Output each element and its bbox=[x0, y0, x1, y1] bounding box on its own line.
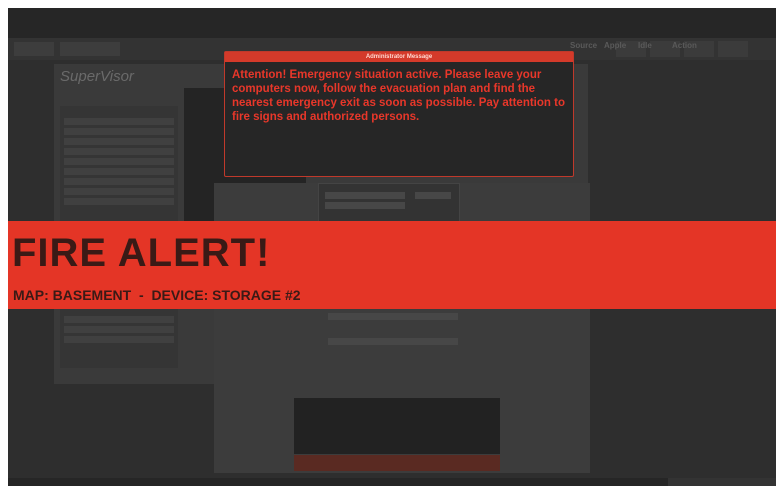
alert-title: FIRE ALERT! bbox=[12, 231, 271, 275]
table-row[interactable] bbox=[64, 158, 174, 165]
table-row[interactable] bbox=[64, 326, 174, 333]
screen: Source Apple Idle Action SuperVisor Admi… bbox=[8, 8, 776, 486]
form-field[interactable] bbox=[415, 192, 451, 199]
status-bar-section bbox=[668, 478, 776, 486]
camera-preview bbox=[294, 398, 500, 454]
table-row[interactable] bbox=[64, 148, 174, 155]
form-field[interactable] bbox=[325, 202, 405, 209]
dialog-message: Attention! Emergency situation active. P… bbox=[232, 69, 565, 123]
table-row[interactable] bbox=[64, 168, 174, 175]
menu-item[interactable] bbox=[14, 42, 54, 56]
admin-message-dialog: Administrator Message Attention! Emergen… bbox=[224, 51, 574, 177]
properties-form bbox=[318, 183, 460, 225]
table-row[interactable] bbox=[64, 138, 174, 145]
alert-location: MAP: BASEMENT - DEVICE: STORAGE #2 bbox=[13, 287, 301, 303]
status-bar bbox=[8, 478, 776, 486]
table-row[interactable] bbox=[64, 188, 174, 195]
form-field[interactable] bbox=[328, 338, 458, 345]
table-row[interactable] bbox=[64, 178, 174, 185]
form-field[interactable] bbox=[328, 313, 458, 320]
table-row[interactable] bbox=[64, 336, 174, 343]
window-titlebar bbox=[8, 8, 776, 38]
toolbar-label: Apple bbox=[604, 41, 627, 50]
form-field[interactable] bbox=[325, 192, 405, 199]
dialog-title: Administrator Message bbox=[225, 52, 573, 62]
table-row[interactable] bbox=[64, 316, 174, 323]
toolbar-button[interactable] bbox=[718, 41, 748, 57]
table-row[interactable] bbox=[64, 128, 174, 135]
preview-alert-strip bbox=[294, 455, 500, 471]
toolbar-label: Idle bbox=[638, 41, 652, 50]
table-row[interactable] bbox=[64, 118, 174, 125]
table-row[interactable] bbox=[64, 198, 174, 205]
app-title: SuperVisor bbox=[60, 68, 134, 85]
fire-alert-banner: FIRE ALERT! MAP: BASEMENT - DEVICE: STOR… bbox=[8, 221, 776, 309]
toolbar-label: Action bbox=[672, 41, 697, 50]
menu-item[interactable] bbox=[60, 42, 120, 56]
toolbar-label: Source bbox=[570, 41, 598, 50]
